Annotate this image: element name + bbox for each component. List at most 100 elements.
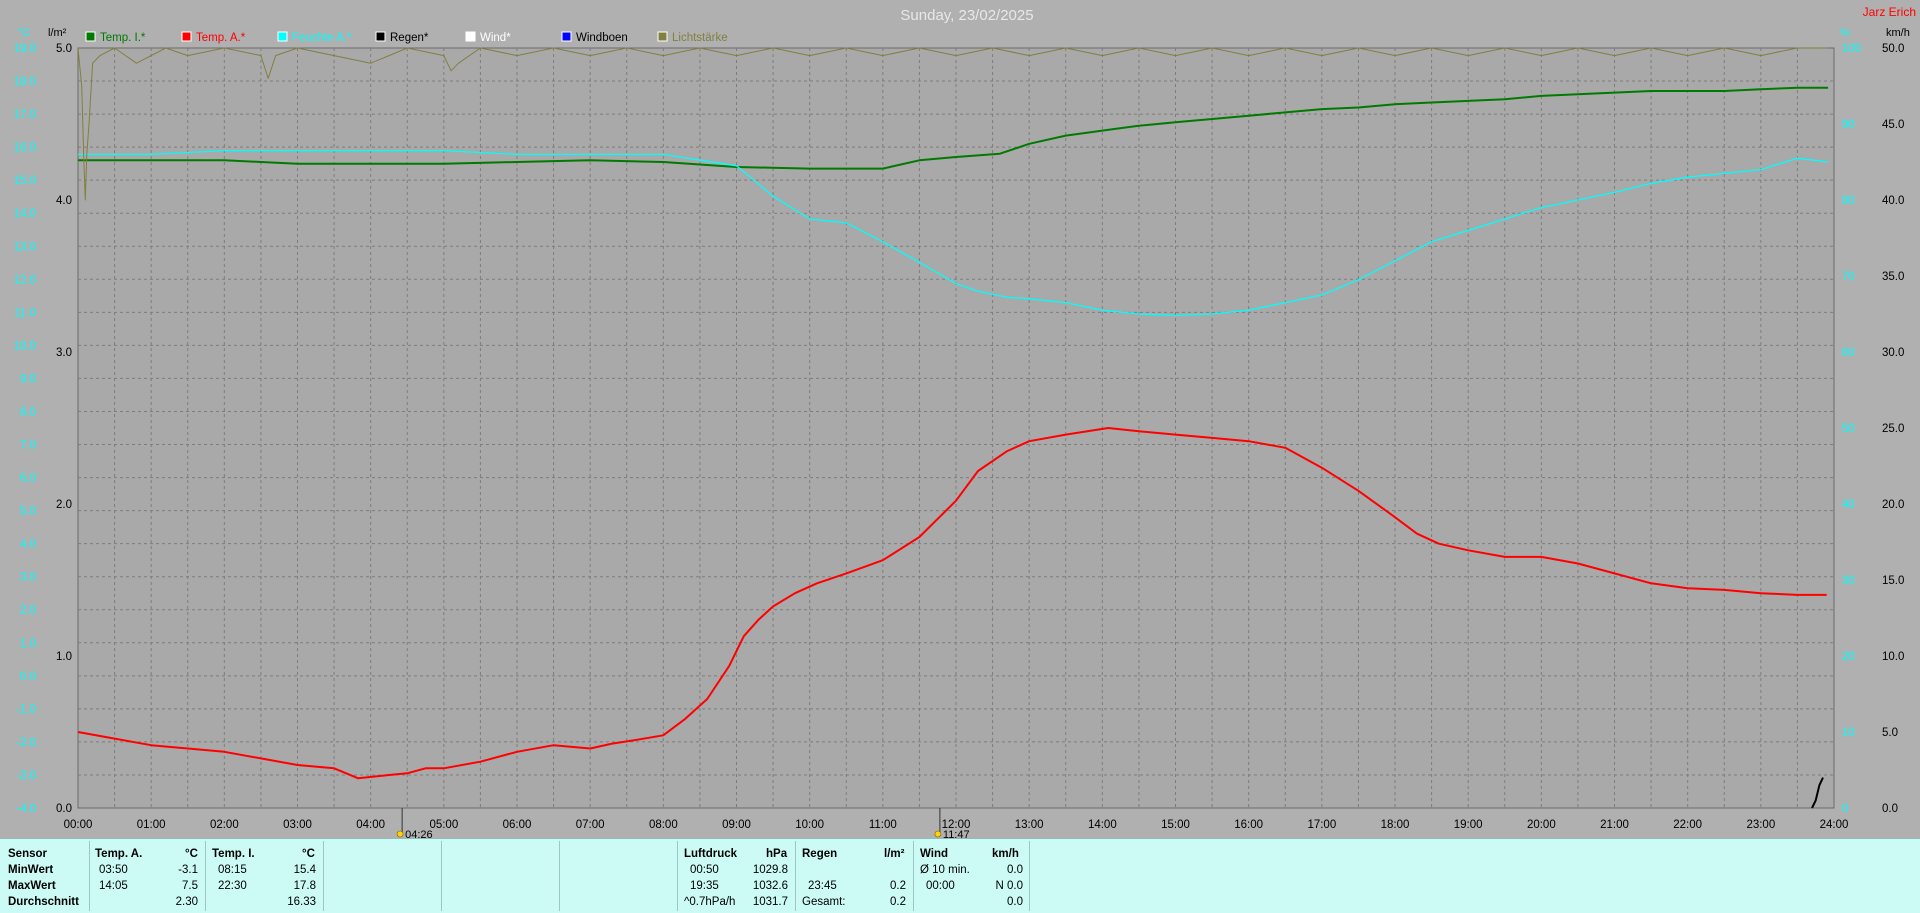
wind-axis-tick-label: 35.0: [1882, 271, 1904, 283]
temp-axis-tick-label: 4.0: [20, 539, 36, 551]
time-marker-label: 04:26: [405, 829, 433, 838]
legend-swatch: [561, 31, 572, 42]
humidity-axis-tick-label: 60: [1842, 347, 1855, 359]
humidity-axis-tick-label: 30: [1842, 575, 1855, 587]
wind-axis-tick-label: 15.0: [1882, 575, 1904, 587]
legend-label: Wind*: [480, 32, 511, 44]
humidity-axis-unit: %: [1840, 27, 1850, 39]
pressure-unit: hPa: [766, 848, 788, 860]
wind-avg-value: 0.0: [1007, 864, 1023, 876]
pressure-header: Luftdruck: [684, 848, 738, 860]
humidity-axis-tick-label: 80: [1842, 195, 1855, 207]
rain-axis-tick-label: 4.0: [56, 195, 72, 207]
humidity-axis-tick-label: 40: [1842, 499, 1855, 511]
wind-axis-tick-label: 30.0: [1882, 347, 1904, 359]
x-axis-tick-label: 17:00: [1307, 819, 1336, 831]
row-label-avg: Durchschnitt: [8, 896, 79, 908]
rain-max-value: 0.2: [890, 880, 906, 892]
divider: [913, 841, 914, 911]
temp-i-min-time: 08:15: [218, 864, 247, 876]
temp-axis-tick-label: 19.0: [14, 43, 36, 55]
x-axis-tick-label: 13:00: [1015, 819, 1044, 831]
rain-axis-tick-label: 3.0: [56, 347, 72, 359]
sun-icon: [934, 830, 942, 838]
temp-axis-tick-label: 7.0: [20, 440, 36, 452]
x-axis-tick-label: 18:00: [1381, 819, 1410, 831]
temp-axis-tick-label: 0.0: [20, 671, 36, 683]
author-label: Jarz Erich: [1863, 5, 1916, 19]
temp-axis-tick-label: 13.0: [14, 241, 36, 253]
rain-axis-tick-label: 1.0: [56, 651, 72, 663]
temp-axis-tick-label: 18.0: [14, 76, 36, 88]
wind-axis-tick-label: 25.0: [1882, 423, 1904, 435]
temp-a-min-time: 03:50: [99, 864, 128, 876]
temp-axis-unit: °C: [18, 27, 30, 39]
legend-label: Windboen: [576, 32, 628, 44]
temp-axis-tick-label: 6.0: [20, 473, 36, 485]
temp-axis-tick-label: 16.0: [14, 142, 36, 154]
divider: [89, 841, 90, 911]
row-label-sensor: Sensor: [8, 848, 47, 860]
temp-i-unit: °C: [302, 848, 315, 860]
wind-axis-tick-label: 45.0: [1882, 119, 1904, 131]
x-axis-tick-label: 01:00: [137, 819, 166, 831]
x-axis-tick-label: 21:00: [1600, 819, 1629, 831]
temp-axis-tick-label: -1.0: [16, 704, 36, 716]
sun-icon: [396, 830, 404, 838]
row-label-min: MinWert: [8, 864, 54, 876]
wind-axis-tick-label: 40.0: [1882, 195, 1904, 207]
rain-max-time: 23:45: [808, 880, 837, 892]
temp-a-header: Temp. A.: [95, 848, 143, 860]
x-axis-tick-label: 16:00: [1234, 819, 1263, 831]
chart-title: Sunday, 23/02/2025: [900, 7, 1033, 24]
humidity-axis-tick-label: 100: [1842, 43, 1861, 55]
rain-axis-unit: l/m²: [48, 27, 67, 39]
rain-header: Regen: [802, 848, 838, 860]
x-axis-tick-label: 20:00: [1527, 819, 1556, 831]
rain-axis-tick-label: 0.0: [56, 803, 72, 815]
rain-axis-tick-label: 2.0: [56, 499, 72, 511]
x-axis-tick-label: 10:00: [795, 819, 824, 831]
pressure-min-value: 1029.8: [752, 864, 788, 876]
legend-swatch: [465, 31, 476, 42]
x-axis-tick-label: 02:00: [210, 819, 239, 831]
temp-a-avg-value: 2.30: [175, 896, 198, 908]
pressure-max-time: 19:35: [690, 880, 719, 892]
temp-axis-tick-label: -3.0: [16, 770, 36, 782]
wind-axis-tick-label: 10.0: [1882, 651, 1904, 663]
x-axis-tick-label: 09:00: [722, 819, 751, 831]
x-axis-tick-label: 03:00: [283, 819, 312, 831]
temp-axis-tick-label: 12.0: [14, 274, 36, 286]
legend-swatch: [375, 31, 386, 42]
pressure-trend-value: 1031.7: [752, 896, 788, 908]
x-axis-tick-label: 15:00: [1161, 819, 1190, 831]
temp-axis-tick-label: 11.0: [14, 307, 36, 319]
humidity-axis-tick-label: 0: [1842, 803, 1848, 815]
legend-swatch: [85, 31, 96, 42]
time-marker-label: 11:47: [943, 829, 970, 838]
x-axis-tick-label: 14:00: [1088, 819, 1117, 831]
divider: [677, 841, 678, 911]
row-label-max: MaxWert: [8, 880, 56, 892]
humidity-axis-tick-label: 50: [1842, 423, 1855, 435]
temp-a-max-time: 14:05: [99, 880, 128, 892]
legend-swatch: [277, 31, 288, 42]
humidity-axis-tick-label: 90: [1842, 119, 1855, 131]
x-axis-tick-label: 07:00: [576, 819, 605, 831]
temp-axis-tick-label: 14.0: [14, 208, 36, 220]
temp-axis-tick-label: 10.0: [14, 340, 36, 352]
wind-axis-tick-label: 50.0: [1882, 43, 1904, 55]
divider: [559, 841, 560, 911]
temp-axis-tick-label: 3.0: [20, 572, 36, 584]
legend-label: Lichtstärke: [672, 32, 728, 44]
rain-total-value: 0.2: [890, 896, 906, 908]
wind-axis-tick-label: 0.0: [1882, 803, 1898, 815]
legend-swatch: [657, 31, 668, 42]
pressure-trend-label: ^0.7hPa/h: [684, 896, 736, 908]
temp-a-unit: °C: [185, 848, 198, 860]
legend-label: Feuchte A.*: [292, 32, 352, 44]
wind-max-value: N 0.0: [995, 880, 1024, 892]
divider: [205, 841, 206, 911]
x-axis-tick-label: 08:00: [649, 819, 678, 831]
wind-axis-tick-label: 20.0: [1882, 499, 1904, 511]
